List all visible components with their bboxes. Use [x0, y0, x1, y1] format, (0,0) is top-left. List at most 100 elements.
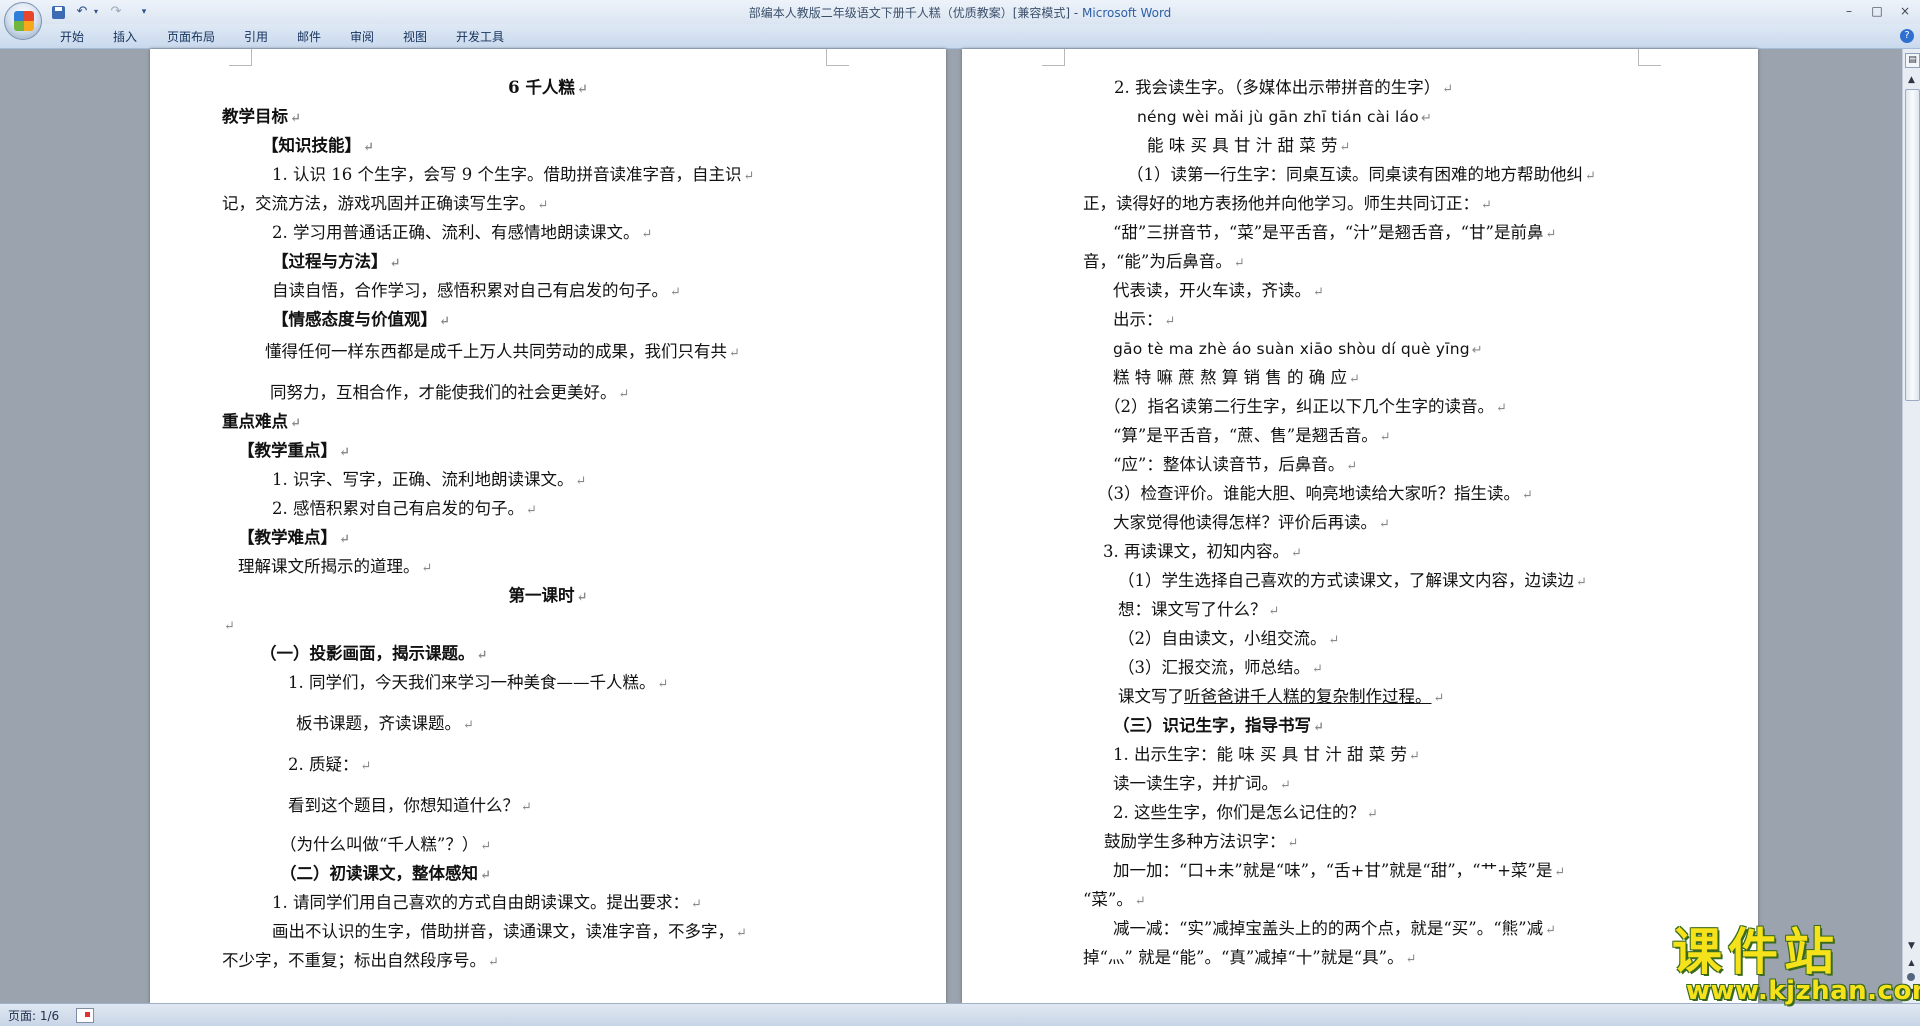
line-text: “甜”三拼音节，“菜”是平舌音，“汁”是翘舌音，“甘”是前鼻: [1113, 223, 1544, 242]
heading-line: 6 千人糕 ↵: [150, 78, 946, 100]
paragraph-mark-icon: ↵: [421, 561, 433, 576]
scroll-down-icon[interactable]: ▼: [1905, 939, 1918, 953]
tab-view[interactable]: 视图: [403, 28, 427, 45]
line-text: 2. 质疑：: [288, 755, 359, 774]
tab-insert[interactable]: 插入: [113, 28, 137, 45]
text-line: 加一加：“口+未”就是“味”，“舌+甘”就是“甜”，“艹+菜”是 ↵: [1113, 861, 1565, 883]
text-line: 看到这个题目，你想知道什么？ ↵: [288, 796, 532, 818]
scroll-thumb[interactable]: [1905, 89, 1920, 401]
text-line: 自读自悟，合作学习，感悟积累对自己有启发的句子。 ↵: [272, 281, 681, 303]
paragraph-mark-icon: ↵: [360, 759, 372, 774]
text-line: “算”是平舌音，“蔗、售”是翘舌音。 ↵: [1113, 426, 1391, 448]
line-text: 【情感态度与价值观】: [272, 310, 437, 329]
text-line: 2. 这些生字，你们是怎么记住的？ ↵: [1113, 803, 1378, 825]
document-title: 部编本人教版二年级语文下册千人糕（优质教案）[兼容模式]: [748, 6, 1071, 20]
tab-page-layout[interactable]: 页面布局: [167, 28, 215, 45]
tab-review[interactable]: 审阅: [350, 28, 374, 45]
document-page-left[interactable]: 6 千人糕 ↵ 教学目标 ↵ 【知识技能】 ↵ 1. 认识 16 个生字，会写 9 个生字。…: [150, 49, 946, 1003]
minimize-button[interactable]: –: [1838, 2, 1860, 20]
text-line: 读一读生字，并扩词。 ↵: [1113, 774, 1291, 796]
window-title: 部编本人教版二年级语文下册千人糕（优质教案）[兼容模式] - Microsoft…: [0, 4, 1920, 21]
line-text: 【过程与方法】: [272, 252, 388, 271]
line-text: （二）初读课文，整体感知: [280, 864, 478, 883]
line-text: （2）自由读文，小组交流。: [1118, 629, 1327, 648]
text-line: 正，读得好的地方表扬他并向他学习。师生共同订正： ↵: [1083, 194, 1492, 216]
text-line: “菜”。 ↵: [1083, 890, 1146, 912]
line-text: （1）学生选择自己喜欢的方式读课文，了解课文内容，边读边: [1118, 571, 1574, 590]
paragraph-mark-icon: ↵: [1339, 140, 1351, 155]
margin-corner-mark: [826, 49, 849, 66]
paragraph-mark-icon: ↵: [290, 416, 301, 431]
line-text: “算”是平舌音，“蔗、售”是翘舌音。: [1113, 426, 1378, 445]
customize-toolbar-icon[interactable]: ▾: [136, 4, 152, 20]
heading-line: 【教学重点】 ↵: [238, 441, 350, 463]
paragraph-mark-icon: ↵: [575, 474, 587, 489]
paragraph-mark-icon: ↵: [1420, 111, 1433, 126]
line-text: 鼓励学生多种方法识字：: [1104, 832, 1286, 851]
text-line: 2. 质疑： ↵: [288, 755, 371, 777]
maximize-button[interactable]: □: [1866, 2, 1888, 20]
paragraph-mark-icon: ↵: [1545, 227, 1557, 242]
line-text: 第一课时: [508, 586, 575, 605]
line-text: 1. 请同学们用自己喜欢的方式自由朗读课文。提出要求：: [272, 893, 689, 912]
line-text: 减一减：“实”减掉宝盖头上的的两个点，就是“买”。“熊”减: [1113, 919, 1544, 938]
line-text: （3）汇报交流，师总结。: [1118, 658, 1310, 677]
tab-mailings[interactable]: 邮件: [297, 28, 321, 45]
line-text: （1）读第一行生字：同桌互读。同桌读有困难的地方帮助他纠: [1127, 165, 1583, 184]
text-line: 1. 请同学们用自己喜欢的方式自由朗读课文。提出要求： ↵: [272, 893, 702, 915]
proofing-status-icon[interactable]: [76, 1008, 94, 1023]
scroll-up-icon[interactable]: ▲: [1905, 73, 1918, 87]
page-count-status[interactable]: 页面: 1/6: [8, 1007, 59, 1024]
paragraph-mark-icon: ↵: [339, 532, 350, 547]
previous-page-icon[interactable]: ▲: [1905, 957, 1918, 969]
paragraph-mark-icon: ↵: [1379, 430, 1391, 445]
line-text: 代表读，开火车读，齐读。: [1113, 281, 1311, 300]
view-ruler-icon[interactable]: ▤: [1905, 53, 1920, 68]
paragraph-mark-icon: ↵: [1545, 923, 1557, 938]
undo-dropdown-icon[interactable]: ▾: [88, 4, 104, 20]
line-text: 记，交流方法，游戏巩固并正确读写生字。: [222, 194, 536, 213]
line-text: 2. 这些生字，你们是怎么记住的？: [1113, 803, 1365, 822]
margin-corner-mark: [1042, 49, 1065, 66]
tab-references[interactable]: 引用: [244, 28, 268, 45]
office-logo-icon: [14, 11, 34, 31]
text-line: 2. 我会读生字。（多媒体出示带拼音的生字） ↵: [1114, 78, 1453, 100]
paragraph-mark-icon: ↵: [1268, 604, 1280, 619]
paragraph-mark-icon: ↵: [1313, 285, 1324, 300]
line-text: 画出不认识的生字，借助拼音，读通课文，读准字音，不多字，: [272, 922, 734, 941]
text-line: 1. 同学们，今天我们来学习一种美食——千人糕。 ↵: [288, 673, 668, 695]
paragraph-mark-icon: ↵: [1585, 169, 1596, 184]
close-button[interactable]: ×: [1894, 2, 1916, 20]
line-text: 同努力，互相合作，才能使我们的社会更美好。: [270, 383, 617, 402]
paragraph-mark-icon: ↵: [1280, 778, 1291, 793]
paragraph-mark-icon: ↵: [439, 314, 450, 329]
paragraph-mark-icon: ↵: [1313, 720, 1324, 735]
paragraph-mark-icon: ↵: [537, 198, 549, 213]
redo-icon[interactable]: ↷: [108, 4, 124, 20]
tab-home[interactable]: 开始: [60, 28, 84, 45]
tab-developer[interactable]: 开发工具: [456, 28, 504, 45]
line-text: gāo tè ma zhè áo suàn xiāo shòu dí què y…: [1113, 340, 1470, 358]
line-text: 板书课题，齐读课题。: [296, 714, 461, 733]
margin-corner-mark: [229, 49, 252, 66]
text-line: 代表读，开火车读，齐读。 ↵: [1113, 281, 1324, 303]
text-line: 1. 识字、写字，正确、流利地朗读课文。 ↵: [272, 470, 586, 492]
document-page-right[interactable]: 2. 我会读生字。（多媒体出示带拼音的生字） ↵ néng wèi mǎi jù g…: [962, 49, 1758, 1003]
paragraph-mark-icon: ↵: [224, 619, 235, 634]
paragraph-mark-icon: ↵: [1554, 865, 1566, 880]
paragraph-mark-icon: ↵: [290, 111, 301, 126]
line-text: 加一加：“口+未”就是“味”，“舌+甘”就是“甜”，“艹+菜”是: [1113, 861, 1553, 880]
vertical-scrollbar[interactable]: ▤ ▲ ▼ ▲ ▼: [1902, 49, 1920, 1003]
underlined-text: 听爸爸讲千人糕的复杂制作过程。: [1184, 687, 1432, 706]
line-text: 3. 再读课文，初知内容。: [1103, 542, 1289, 561]
heading-line: （二）初读课文，整体感知 ↵: [280, 864, 491, 886]
office-button[interactable]: [4, 2, 42, 40]
ribbon-tabs: 开始 插入 页面布局 引用 邮件 审阅 视图 开发工具 ?: [0, 24, 1920, 49]
save-icon[interactable]: [52, 6, 65, 19]
help-icon[interactable]: ?: [1900, 29, 1914, 43]
text-line: 理解课文所揭示的道理。 ↵: [238, 557, 432, 579]
line-text: 【知识技能】: [262, 136, 361, 155]
text-line: 2. 学习用普通话正确、流利、有感情地朗读课文。 ↵: [272, 223, 652, 245]
heading-line: 教学目标 ↵: [222, 107, 301, 129]
text-line: （为什么叫做“千人糕”？） ↵: [280, 835, 491, 857]
